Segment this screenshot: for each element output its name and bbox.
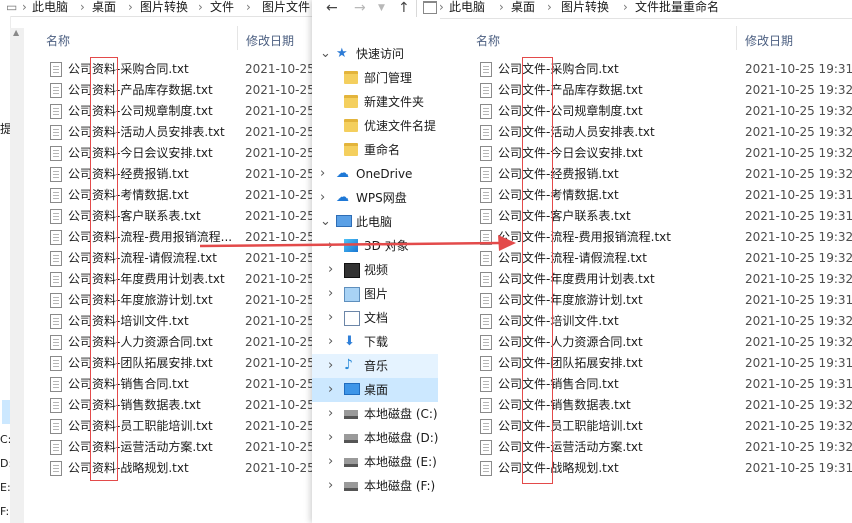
arrow-annotation bbox=[199, 235, 516, 251]
arrow-head-icon bbox=[498, 235, 516, 251]
arrow-line bbox=[199, 241, 501, 248]
